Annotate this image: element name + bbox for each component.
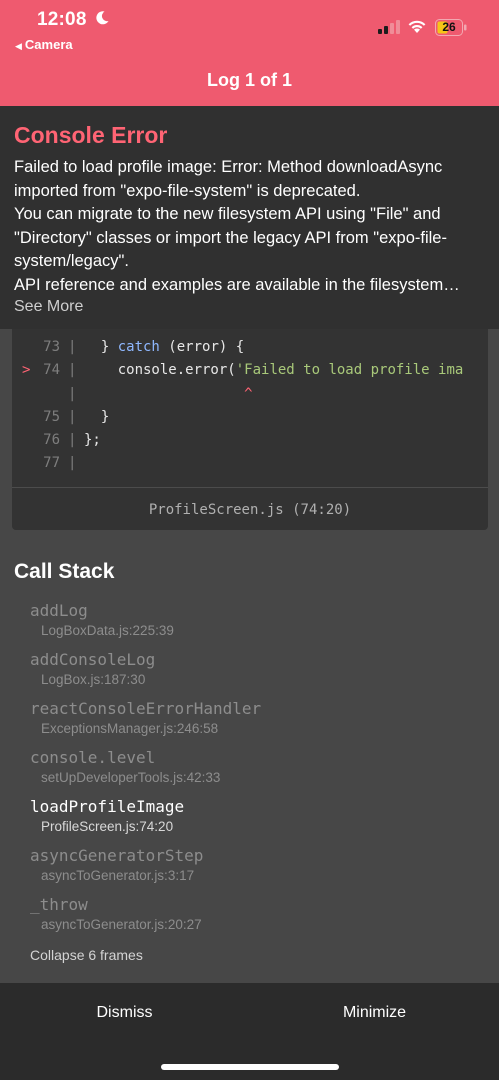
stack-frame-function: _throw xyxy=(30,895,88,914)
minimize-button[interactable]: Minimize xyxy=(250,983,499,1043)
logbox-screen: 12:08 ◀ Camera 26 Log 1 of 1 Console Err… xyxy=(0,0,499,1080)
stack-frame-function: reactConsoleErrorHandler xyxy=(30,699,262,718)
code-line: | ^ xyxy=(12,382,488,405)
code-line: >74 | console.error('Failed to load profi… xyxy=(12,358,488,381)
code-text: console.error('Failed to load profile im… xyxy=(117,362,464,379)
error-message-line: Failed to load profile image: Error: Met… xyxy=(14,158,443,176)
cellular-signal-icon xyxy=(378,20,400,34)
stack-frame[interactable]: addLog LogBoxData.js:225:39 xyxy=(30,601,490,650)
line-number: 76 xyxy=(43,432,60,449)
gutter-separator: | xyxy=(68,455,77,472)
code-text: } catch (error) { xyxy=(100,339,245,355)
error-message-line: API reference and examples are available… xyxy=(14,275,460,294)
bottom-action-bar: Dismiss Minimize xyxy=(0,983,499,1080)
call-stack-title: Call Stack xyxy=(14,560,115,583)
error-message-line: "Directory" classes or import the legacy… xyxy=(14,228,447,247)
stack-frame[interactable]: addConsoleLog LogBox.js:187:30 xyxy=(30,650,490,699)
home-indicator[interactable] xyxy=(161,1064,339,1070)
stack-frame[interactable]: _throw asyncToGenerator.js:20:27 xyxy=(30,895,490,944)
see-more-link[interactable]: See More xyxy=(14,298,83,316)
back-triangle-icon: ◀ xyxy=(15,41,22,51)
code-text: }; xyxy=(84,432,101,449)
stack-frame[interactable]: loadProfileImage ProfileScreen.js:74:20 xyxy=(30,797,490,846)
error-message-line: You can migrate to the new filesystem AP… xyxy=(14,205,441,223)
code-frame-file-location[interactable]: ProfileScreen.js (74:20) xyxy=(12,502,488,518)
stack-frame-location: asyncToGenerator.js:20:27 xyxy=(41,917,202,932)
line-number: 73 xyxy=(43,339,60,355)
battery-icon: 26 xyxy=(435,19,467,36)
back-to-camera-link[interactable]: ◀ Camera xyxy=(15,37,73,52)
header-bar: 12:08 ◀ Camera 26 Log 1 of 1 xyxy=(0,0,499,106)
stack-frame-function: addConsoleLog xyxy=(30,650,156,669)
stack-frame-location: LogBoxData.js:225:39 xyxy=(41,623,174,638)
line-number: 74 xyxy=(43,362,60,379)
collapse-frames-button[interactable]: Collapse 6 frames xyxy=(30,947,143,963)
stack-frame[interactable]: reactConsoleErrorHandler ExceptionsManage… xyxy=(30,699,490,748)
stack-frame-function: addLog xyxy=(30,601,88,620)
code-text: ^ xyxy=(84,385,253,402)
error-title: Console Error xyxy=(14,122,168,148)
stack-frame-location: LogBox.js:187:30 xyxy=(41,672,146,687)
stack-frame[interactable]: asyncGeneratorStep asyncToGenerator.js:3:… xyxy=(30,846,490,895)
stack-frame[interactable]: console.level setUpDeveloperTools.js:42:3… xyxy=(30,748,490,797)
error-panel: Console Error Failed to load profile ima… xyxy=(0,106,499,329)
stack-frame-function: console.level xyxy=(30,748,156,767)
error-message-line: system/legacy". xyxy=(14,252,129,270)
gutter-separator: | xyxy=(68,385,77,402)
gutter-separator: | xyxy=(68,362,77,379)
stack-frame-function: loadProfileImage xyxy=(30,797,185,816)
wifi-icon xyxy=(408,20,426,33)
line-number: 77 xyxy=(43,455,60,472)
gutter-separator: | xyxy=(68,408,77,425)
stack-frame-location: ProfileScreen.js:74:20 xyxy=(41,819,174,834)
dismiss-button[interactable]: Dismiss xyxy=(0,983,249,1043)
stack-frame-location: asyncToGenerator.js:3:17 xyxy=(41,868,195,883)
code-line: 76 |}; xyxy=(12,428,488,451)
error-message-line: imported from "expo-file-system" is depr… xyxy=(14,181,361,200)
error-line-marker: > xyxy=(22,362,31,379)
battery-level: 26 xyxy=(442,20,456,34)
code-frame[interactable]: 73 | } catch (error) { >74 | console.error(… xyxy=(12,329,488,530)
code-line: 73 | } catch (error) { xyxy=(12,335,488,358)
gutter-separator: | xyxy=(68,432,77,449)
code-frame-divider xyxy=(12,487,488,488)
stack-frame-location: setUpDeveloperTools.js:42:33 xyxy=(41,770,221,785)
gutter-separator: | xyxy=(68,339,77,355)
error-message: Failed to load profile image: Error: Met… xyxy=(14,156,488,297)
stack-frame-location: ExceptionsManager.js:246:58 xyxy=(41,721,219,736)
log-counter-title: Log 1 of 1 xyxy=(207,70,292,90)
code-lines: 73 | } catch (error) { >74 | console.error(… xyxy=(12,335,488,475)
line-number: 75 xyxy=(43,408,60,425)
status-time: 12:08 xyxy=(37,9,87,30)
code-text: } xyxy=(100,408,110,425)
moon-icon xyxy=(96,11,109,25)
call-stack-list: addLog LogBoxData.js:225:39 addConsoleLog L… xyxy=(30,601,490,944)
code-line: 75 | } xyxy=(12,405,488,428)
code-line: 77 | xyxy=(12,451,488,474)
back-label: Camera xyxy=(24,37,73,52)
stack-frame-function: asyncGeneratorStep xyxy=(30,846,204,865)
